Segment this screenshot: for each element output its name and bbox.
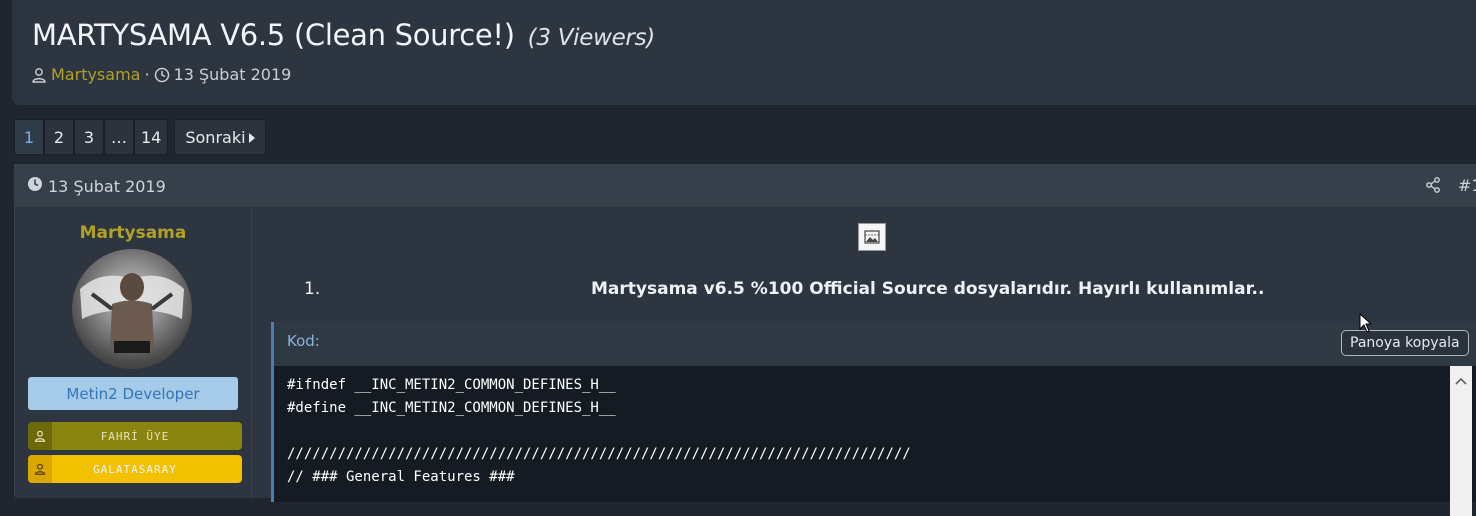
code-line: #define __INC_METIN2_COMMON_DEFINES_H__	[287, 400, 616, 416]
scroll-up-arrow-icon[interactable]	[1455, 370, 1467, 389]
pagination: 1 2 3 … 14 Sonraki	[14, 119, 266, 155]
page-2-button[interactable]: 2	[44, 119, 74, 155]
code-scrollbar[interactable]	[1450, 366, 1472, 516]
thread-author-link[interactable]: Martysama	[51, 65, 140, 84]
post-header: 13 Şubat 2019 #1	[15, 165, 1476, 208]
user-banner-galatasaray: GALATASARAY	[28, 455, 242, 483]
caret-right-icon	[248, 128, 255, 147]
thread-date-link[interactable]: 13 Şubat 2019	[174, 65, 292, 84]
post-content: 1. Martysama v6.5 %100 Official Source d…	[252, 208, 1476, 516]
post-date-text: 13 Şubat 2019	[48, 176, 166, 196]
code-line: // ### General Features ###	[287, 469, 515, 485]
code-content: #ifndef __INC_METIN2_COMMON_DEFINES_H__ #…	[274, 366, 1449, 516]
list-number: 1.	[304, 279, 321, 299]
clock-icon	[154, 67, 170, 83]
post-username-link[interactable]: Martysama	[15, 223, 251, 243]
code-block: Kod: Panoya kopyala #ifndef __INC_METIN2…	[271, 322, 1476, 516]
next-page-button[interactable]: Sonraki	[174, 119, 266, 155]
page-14-button[interactable]: 14	[134, 119, 169, 155]
banner-text: GALATASARAY	[93, 462, 177, 476]
user-role-badge: Metin2 Developer	[28, 377, 238, 410]
thread-meta: Martysama · 13 Şubat 2019	[31, 65, 291, 84]
post: 13 Şubat 2019 #1 Martysama Metin2 Develo…	[14, 164, 1476, 516]
page-1-button[interactable]: 1	[14, 119, 44, 155]
code-block-header: Kod: Panoya kopyala	[274, 322, 1476, 366]
page-3-button[interactable]: 3	[74, 119, 104, 155]
user-banner-fahri-uye: FAHRİ ÜYE	[28, 422, 242, 450]
post-number-link[interactable]: #1	[1458, 176, 1476, 195]
code-line: ////////////////////////////////////////…	[287, 446, 911, 462]
user-sidebar: Martysama Metin2 Developer FAHRİ ÜYE GAL…	[15, 208, 252, 498]
share-icon[interactable]	[1425, 177, 1441, 197]
viewers-count: (3 Viewers)	[527, 25, 656, 51]
code-line: #ifndef __INC_METIN2_COMMON_DEFINES_H__	[287, 377, 616, 393]
user-icon	[28, 422, 52, 450]
post-date-link[interactable]: 13 Şubat 2019	[27, 176, 166, 196]
thread-header: MARTYSAMA V6.5 (Clean Source!) (3 Viewer…	[12, 0, 1476, 105]
user-icon	[31, 67, 47, 83]
thread-title: MARTYSAMA V6.5 (Clean Source!) (3 Viewer…	[32, 18, 655, 52]
clock-icon	[27, 176, 43, 196]
next-label: Sonraki	[185, 127, 246, 147]
mouse-cursor-icon	[1359, 312, 1373, 337]
meta-separator: ·	[144, 65, 150, 84]
banner-text: FAHRİ ÜYE	[100, 429, 170, 443]
post-body-text: Martysama v6.5 %100 Official Source dosy…	[591, 279, 1265, 299]
thread-title-text: MARTYSAMA V6.5 (Clean Source!)	[32, 18, 515, 52]
user-icon	[28, 455, 52, 483]
page-jump-ellipsis[interactable]: …	[104, 119, 134, 155]
broken-image-icon	[858, 223, 886, 251]
code-label: Kod:	[287, 332, 320, 350]
avatar[interactable]	[72, 249, 192, 369]
